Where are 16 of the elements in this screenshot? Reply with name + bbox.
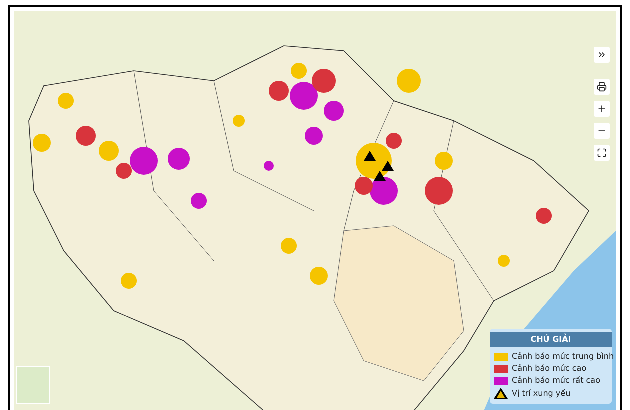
legend-label: Cảnh báo mức rất cao [512, 376, 600, 385]
print-icon [597, 82, 607, 92]
collapse-button[interactable] [594, 47, 610, 63]
legend-label: Cảnh báo mức trung bình [512, 352, 614, 361]
legend-label: Vị trí xung yếu [512, 389, 571, 398]
legend-label: Cảnh báo mức cao [512, 364, 587, 373]
fullscreen-button[interactable] [594, 145, 610, 161]
warning-triangle-icon [494, 388, 508, 399]
plus-icon [597, 104, 607, 114]
print-button[interactable] [594, 79, 610, 95]
map-view[interactable]: CHÚ GIẢI Cảnh báo mức trung bình Cảnh báo mức cao Cảnh báo mức rất cao Vị trí xung yếu [14, 11, 616, 410]
legend-title: CHÚ GIẢI [490, 332, 612, 347]
double-chevron-icon [597, 50, 607, 60]
zoom-out-button[interactable] [594, 123, 610, 139]
zoom-in-button[interactable] [594, 101, 610, 117]
fullscreen-icon [597, 148, 607, 158]
